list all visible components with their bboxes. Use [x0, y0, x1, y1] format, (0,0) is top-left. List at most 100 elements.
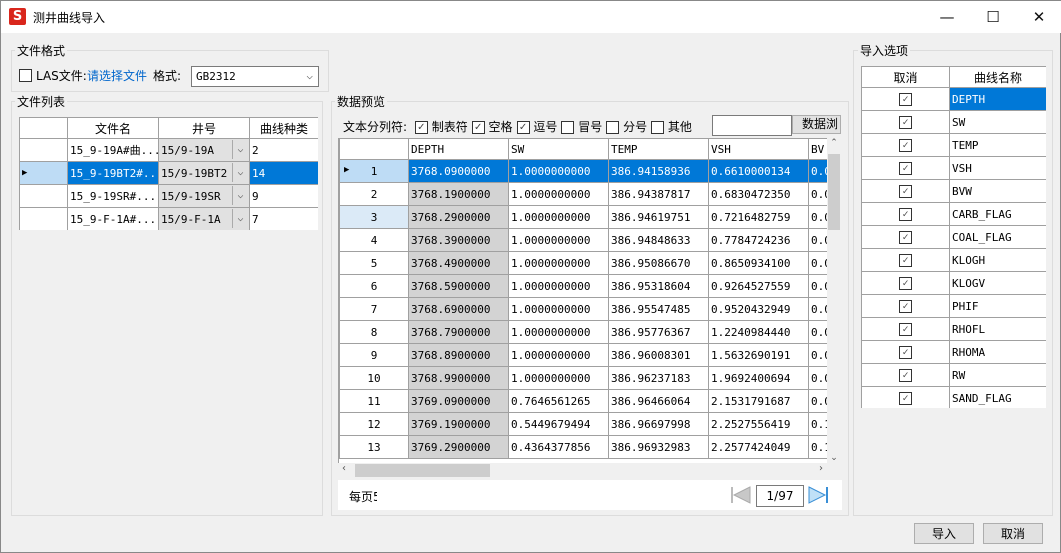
- curve-checkbox[interactable]: ✓: [899, 322, 912, 336]
- data-row[interactable]: 5 3768.4900000 1.0000000000 386.95086670 0.8…: [339, 251, 828, 275]
- maximize-button[interactable]: ☐: [970, 1, 1016, 33]
- row-header[interactable]: [19, 207, 68, 230]
- curve-row[interactable]: ✓ RW: [861, 363, 1046, 387]
- delimiter-checkbox[interactable]: ✓: [414, 121, 428, 134]
- curve-row[interactable]: ✓ COAL_FLAG: [861, 225, 1046, 249]
- curve-checkbox-cell[interactable]: ✓: [861, 202, 950, 226]
- row-header[interactable]: [19, 138, 68, 162]
- las-checkbox[interactable]: [19, 69, 32, 82]
- curve-checkbox-cell[interactable]: ✓: [861, 317, 950, 341]
- format-select[interactable]: GB2312 ⌵: [191, 66, 319, 87]
- file-row[interactable]: ▶ 15_9-19BT2#... 15/9-19BT2 ⌵ 14: [19, 161, 318, 185]
- last-page-button[interactable]: [808, 486, 830, 504]
- file-row[interactable]: 15_9-19SR#... 15/9-19SR ⌵ 9: [19, 184, 318, 208]
- data-row[interactable]: 3 3768.2900000 1.0000000000 386.94619751 0.7…: [339, 205, 828, 229]
- curve-checkbox[interactable]: ✓: [899, 138, 912, 152]
- curve-checkbox[interactable]: ✓: [899, 345, 912, 359]
- curve-checkbox-cell[interactable]: ✓: [861, 87, 950, 111]
- file-row[interactable]: 15_9-F-1A#... 15/9-F-1A ⌵ 7: [19, 207, 318, 230]
- col-header[interactable]: DEPTH: [408, 138, 509, 160]
- curve-checkbox-cell[interactable]: ✓: [861, 133, 950, 157]
- col-header-filename[interactable]: 文件名: [67, 117, 159, 139]
- data-row[interactable]: 8 3768.7900000 1.0000000000 386.95776367 1.2…: [339, 320, 828, 344]
- curve-checkbox[interactable]: ✓: [899, 115, 912, 129]
- curve-checkbox-cell[interactable]: ✓: [861, 225, 950, 249]
- data-row[interactable]: 2 3768.1900000 1.0000000000 386.94387817 0.6…: [339, 182, 828, 206]
- curve-row[interactable]: ✓ TEMP: [861, 133, 1046, 157]
- delimiter-checkbox[interactable]: [561, 121, 575, 134]
- data-row[interactable]: 6 3768.5900000 1.0000000000 386.95318604 0.9…: [339, 274, 828, 298]
- curve-row[interactable]: ✓ VSH: [861, 156, 1046, 180]
- col-header-well[interactable]: 井号: [158, 117, 250, 139]
- curve-row[interactable]: ✓ DEPTH: [861, 87, 1046, 111]
- delimiter-option[interactable]: 冒号: [561, 120, 602, 134]
- curve-checkbox[interactable]: ✓: [899, 230, 912, 244]
- col-header-curve-count[interactable]: 曲线种类: [249, 117, 318, 139]
- curve-checkbox-cell[interactable]: ✓: [861, 294, 950, 318]
- col-header[interactable]: BV: [808, 138, 828, 160]
- horizontal-scrollbar[interactable]: ‹ ›: [338, 463, 827, 478]
- curve-row[interactable]: ✓ RHOFL: [861, 317, 1046, 341]
- well-select[interactable]: 15/9-19SR ⌵: [158, 184, 250, 208]
- curve-checkbox[interactable]: ✓: [899, 161, 912, 175]
- page-number-field[interactable]: 1/97: [756, 485, 804, 507]
- curve-checkbox-cell[interactable]: ✓: [861, 248, 950, 272]
- scroll-left-icon[interactable]: ‹: [342, 463, 346, 474]
- browse-data-button[interactable]: 数据浏览: [792, 115, 841, 134]
- curve-checkbox-cell[interactable]: ✓: [861, 179, 950, 203]
- col-header[interactable]: VSH: [708, 138, 809, 160]
- file-row[interactable]: 15_9-19A#曲... 15/9-19A ⌵ 2: [19, 138, 318, 162]
- well-select[interactable]: 15/9-F-1A ⌵: [158, 207, 250, 230]
- curve-row[interactable]: ✓ KLOGV: [861, 271, 1046, 295]
- col-header-cancel[interactable]: 取消: [861, 66, 950, 88]
- col-header[interactable]: SW: [508, 138, 609, 160]
- scroll-down-icon[interactable]: ⌄: [827, 453, 841, 463]
- delimiter-option[interactable]: 其他: [651, 120, 692, 134]
- curve-checkbox[interactable]: ✓: [899, 299, 912, 313]
- data-row[interactable]: 9 3768.8900000 1.0000000000 386.96008301 1.5…: [339, 343, 828, 367]
- cancel-button[interactable]: 取消: [983, 523, 1043, 544]
- row-header[interactable]: ▶: [19, 161, 68, 185]
- curve-checkbox-cell[interactable]: ✓: [861, 271, 950, 295]
- horizontal-scroll-thumb[interactable]: [355, 464, 490, 477]
- curve-row[interactable]: ✓ SW: [861, 110, 1046, 134]
- curve-checkbox-cell[interactable]: ✓: [861, 156, 950, 180]
- choose-file-link[interactable]: 请选择文件: [87, 67, 147, 84]
- import-button[interactable]: 导入: [914, 523, 974, 544]
- data-row[interactable]: 7 3768.6900000 1.0000000000 386.95547485 0.9…: [339, 297, 828, 321]
- curve-checkbox-cell[interactable]: ✓: [861, 386, 950, 408]
- delimiter-option[interactable]: ✓ 逗号: [516, 120, 557, 134]
- data-row[interactable]: 4 3768.3900000 1.0000000000 386.94848633 0.7…: [339, 228, 828, 252]
- delimiter-checkbox[interactable]: ✓: [516, 121, 530, 134]
- row-header[interactable]: [19, 184, 68, 208]
- curve-checkbox-cell[interactable]: ✓: [861, 340, 950, 364]
- delimiter-checkbox[interactable]: [606, 121, 620, 134]
- curve-checkbox[interactable]: ✓: [899, 184, 912, 198]
- curve-row[interactable]: ✓ PHIF: [861, 294, 1046, 318]
- close-button[interactable]: ✕: [1016, 1, 1061, 33]
- curve-checkbox-cell[interactable]: ✓: [861, 363, 950, 387]
- well-select[interactable]: 15/9-19A ⌵: [158, 138, 250, 162]
- col-header-curve-name[interactable]: 曲线名称: [949, 66, 1046, 88]
- curve-checkbox[interactable]: ✓: [899, 92, 912, 106]
- vertical-scrollbar[interactable]: ⌃ ⌄: [827, 138, 841, 463]
- first-page-button[interactable]: [731, 486, 751, 504]
- vertical-scroll-thumb[interactable]: [828, 154, 840, 230]
- curve-row[interactable]: ✓ BVW: [861, 179, 1046, 203]
- well-select[interactable]: 15/9-19BT2 ⌵: [158, 161, 250, 185]
- data-row[interactable]: 11 3769.0900000 0.7646561265 386.96466064 2.…: [339, 389, 828, 413]
- data-row[interactable]: 13 3769.2900000 0.4364377856 386.96932983 2.…: [339, 435, 828, 459]
- curve-checkbox[interactable]: ✓: [899, 207, 912, 221]
- curve-checkbox[interactable]: ✓: [899, 253, 912, 267]
- curve-row[interactable]: ✓ RHOMA: [861, 340, 1046, 364]
- curve-row[interactable]: ✓ KLOGH: [861, 248, 1046, 272]
- data-row[interactable]: 1 ▶ 3768.0900000 1.0000000000 386.94158936 0.…: [339, 159, 828, 183]
- curve-checkbox[interactable]: ✓: [899, 391, 912, 405]
- curve-checkbox[interactable]: ✓: [899, 276, 912, 290]
- curve-checkbox-cell[interactable]: ✓: [861, 110, 950, 134]
- data-row[interactable]: 12 3769.1900000 0.5449679494 386.96697998 2.…: [339, 412, 828, 436]
- scroll-up-icon[interactable]: ⌃: [827, 138, 841, 152]
- scroll-right-icon[interactable]: ›: [819, 463, 823, 474]
- curve-row[interactable]: ✓ CARB_FLAG: [861, 202, 1046, 226]
- other-delimiter-input[interactable]: [712, 115, 792, 136]
